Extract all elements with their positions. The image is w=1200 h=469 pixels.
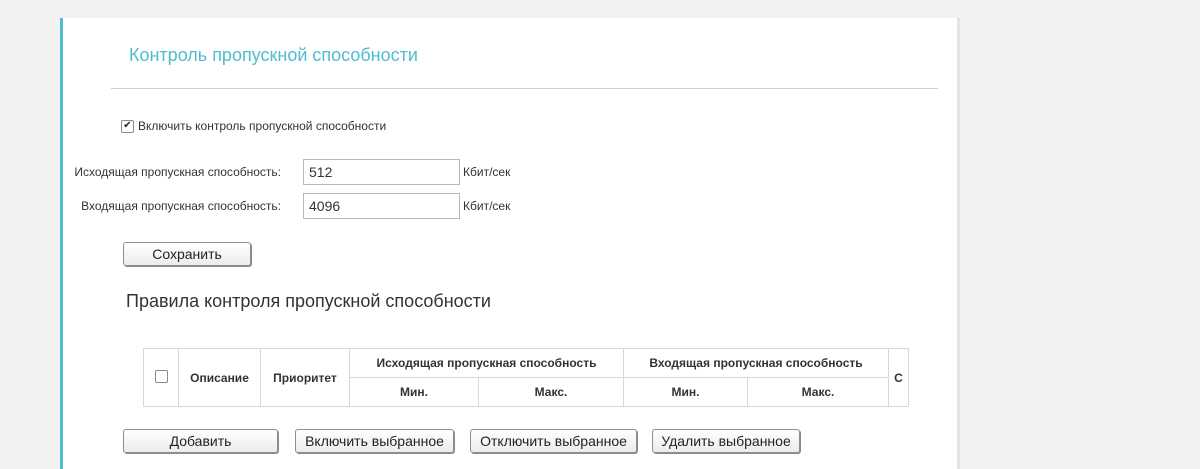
col-priority: Приоритет bbox=[260, 348, 350, 407]
enable-bandwidth-row: ✔ Включить контроль пропускной способнос… bbox=[121, 119, 386, 133]
col-truncated: С bbox=[888, 348, 909, 407]
select-all-cell bbox=[143, 348, 179, 407]
upstream-row: Исходящая пропускная способность: Кбит/с… bbox=[63, 159, 510, 185]
col-upstream: Исходящая пропускная способность bbox=[349, 348, 624, 378]
col-description: Описание bbox=[178, 348, 261, 407]
disable-selected-button[interactable]: Отключить выбранное bbox=[470, 429, 637, 453]
downstream-input[interactable] bbox=[303, 193, 460, 219]
upstream-input[interactable] bbox=[303, 159, 460, 185]
rules-title: Правила контроля пропускной способности bbox=[126, 291, 491, 311]
save-button[interactable]: Сохранить bbox=[123, 242, 251, 266]
delete-selected-button[interactable]: Удалить выбранное bbox=[652, 429, 800, 453]
enable-bandwidth-checkbox[interactable]: ✔ bbox=[121, 119, 134, 133]
upstream-unit: Кбит/сек bbox=[463, 165, 511, 179]
col-downstream: Входящая пропускная способность bbox=[623, 348, 889, 378]
downstream-unit: Кбит/сек bbox=[463, 199, 511, 213]
rules-table: Описание Приоритет Исходящая пропускная … bbox=[143, 348, 909, 407]
section-divider bbox=[111, 88, 938, 89]
enable-bandwidth-label: Включить контроль пропускной способности bbox=[138, 119, 387, 133]
bandwidth-control-panel: Контроль пропускной способности ✔ Включи… bbox=[60, 18, 960, 469]
col-downstream-max: Макс. bbox=[747, 377, 889, 407]
add-button[interactable]: Добавить bbox=[123, 429, 278, 453]
section-title: Контроль пропускной способности bbox=[129, 45, 418, 65]
col-upstream-max: Макс. bbox=[478, 377, 624, 407]
col-upstream-min: Мин. bbox=[349, 377, 479, 407]
downstream-label: Входящая пропускная способность: bbox=[81, 199, 281, 213]
upstream-label: Исходящая пропускная способность: bbox=[74, 165, 281, 179]
enable-selected-button[interactable]: Включить выбранное bbox=[295, 429, 454, 453]
select-all-checkbox[interactable] bbox=[154, 369, 168, 383]
downstream-row: Входящая пропускная способность: Кбит/се… bbox=[63, 193, 510, 219]
col-downstream-min: Мин. bbox=[623, 377, 748, 407]
